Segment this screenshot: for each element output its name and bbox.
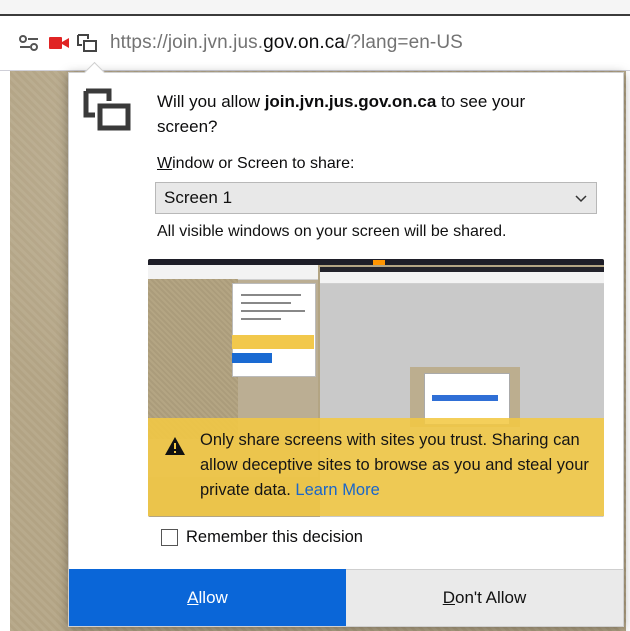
share-info-text: All visible windows on your screen will … [157, 223, 507, 240]
url-text[interactable]: https://join.jvn.jus.gov.on.ca/?lang=en-… [110, 32, 463, 54]
warning-text: Only share screens with sites you trust.… [200, 431, 589, 499]
permissions-icon[interactable] [18, 34, 40, 52]
select-label: Window or Screen to share: [157, 155, 355, 172]
dont-allow-button[interactable]: Don't Allow [346, 569, 623, 626]
warning-icon [164, 436, 186, 456]
site-domain: join.jvn.jus.gov.on.ca [264, 92, 437, 111]
warning-banner: Only share screens with sites you trust.… [148, 418, 604, 516]
remember-label: Remember this decision [186, 528, 363, 546]
screen-share-icon [83, 87, 133, 133]
browser-top-edge [0, 0, 630, 16]
screen-select[interactable]: Screen 1 [155, 182, 597, 214]
screen-share-icon[interactable] [76, 33, 98, 53]
chevron-down-icon [574, 190, 588, 204]
dialog-buttons: Allow Don't Allow [69, 569, 623, 626]
share-question: Will you allow join.jvn.jus.gov.on.ca to… [157, 92, 526, 136]
allow-button[interactable]: Allow [69, 569, 346, 626]
remember-decision[interactable]: Remember this decision [161, 528, 363, 547]
camera-icon[interactable] [48, 34, 70, 52]
screen-share-dialog: Will you allow join.jvn.jus.gov.on.ca to… [68, 61, 624, 627]
learn-more-link[interactable]: Learn More [295, 481, 379, 499]
screen-select-value: Screen 1 [164, 188, 233, 207]
remember-checkbox[interactable] [161, 529, 178, 546]
